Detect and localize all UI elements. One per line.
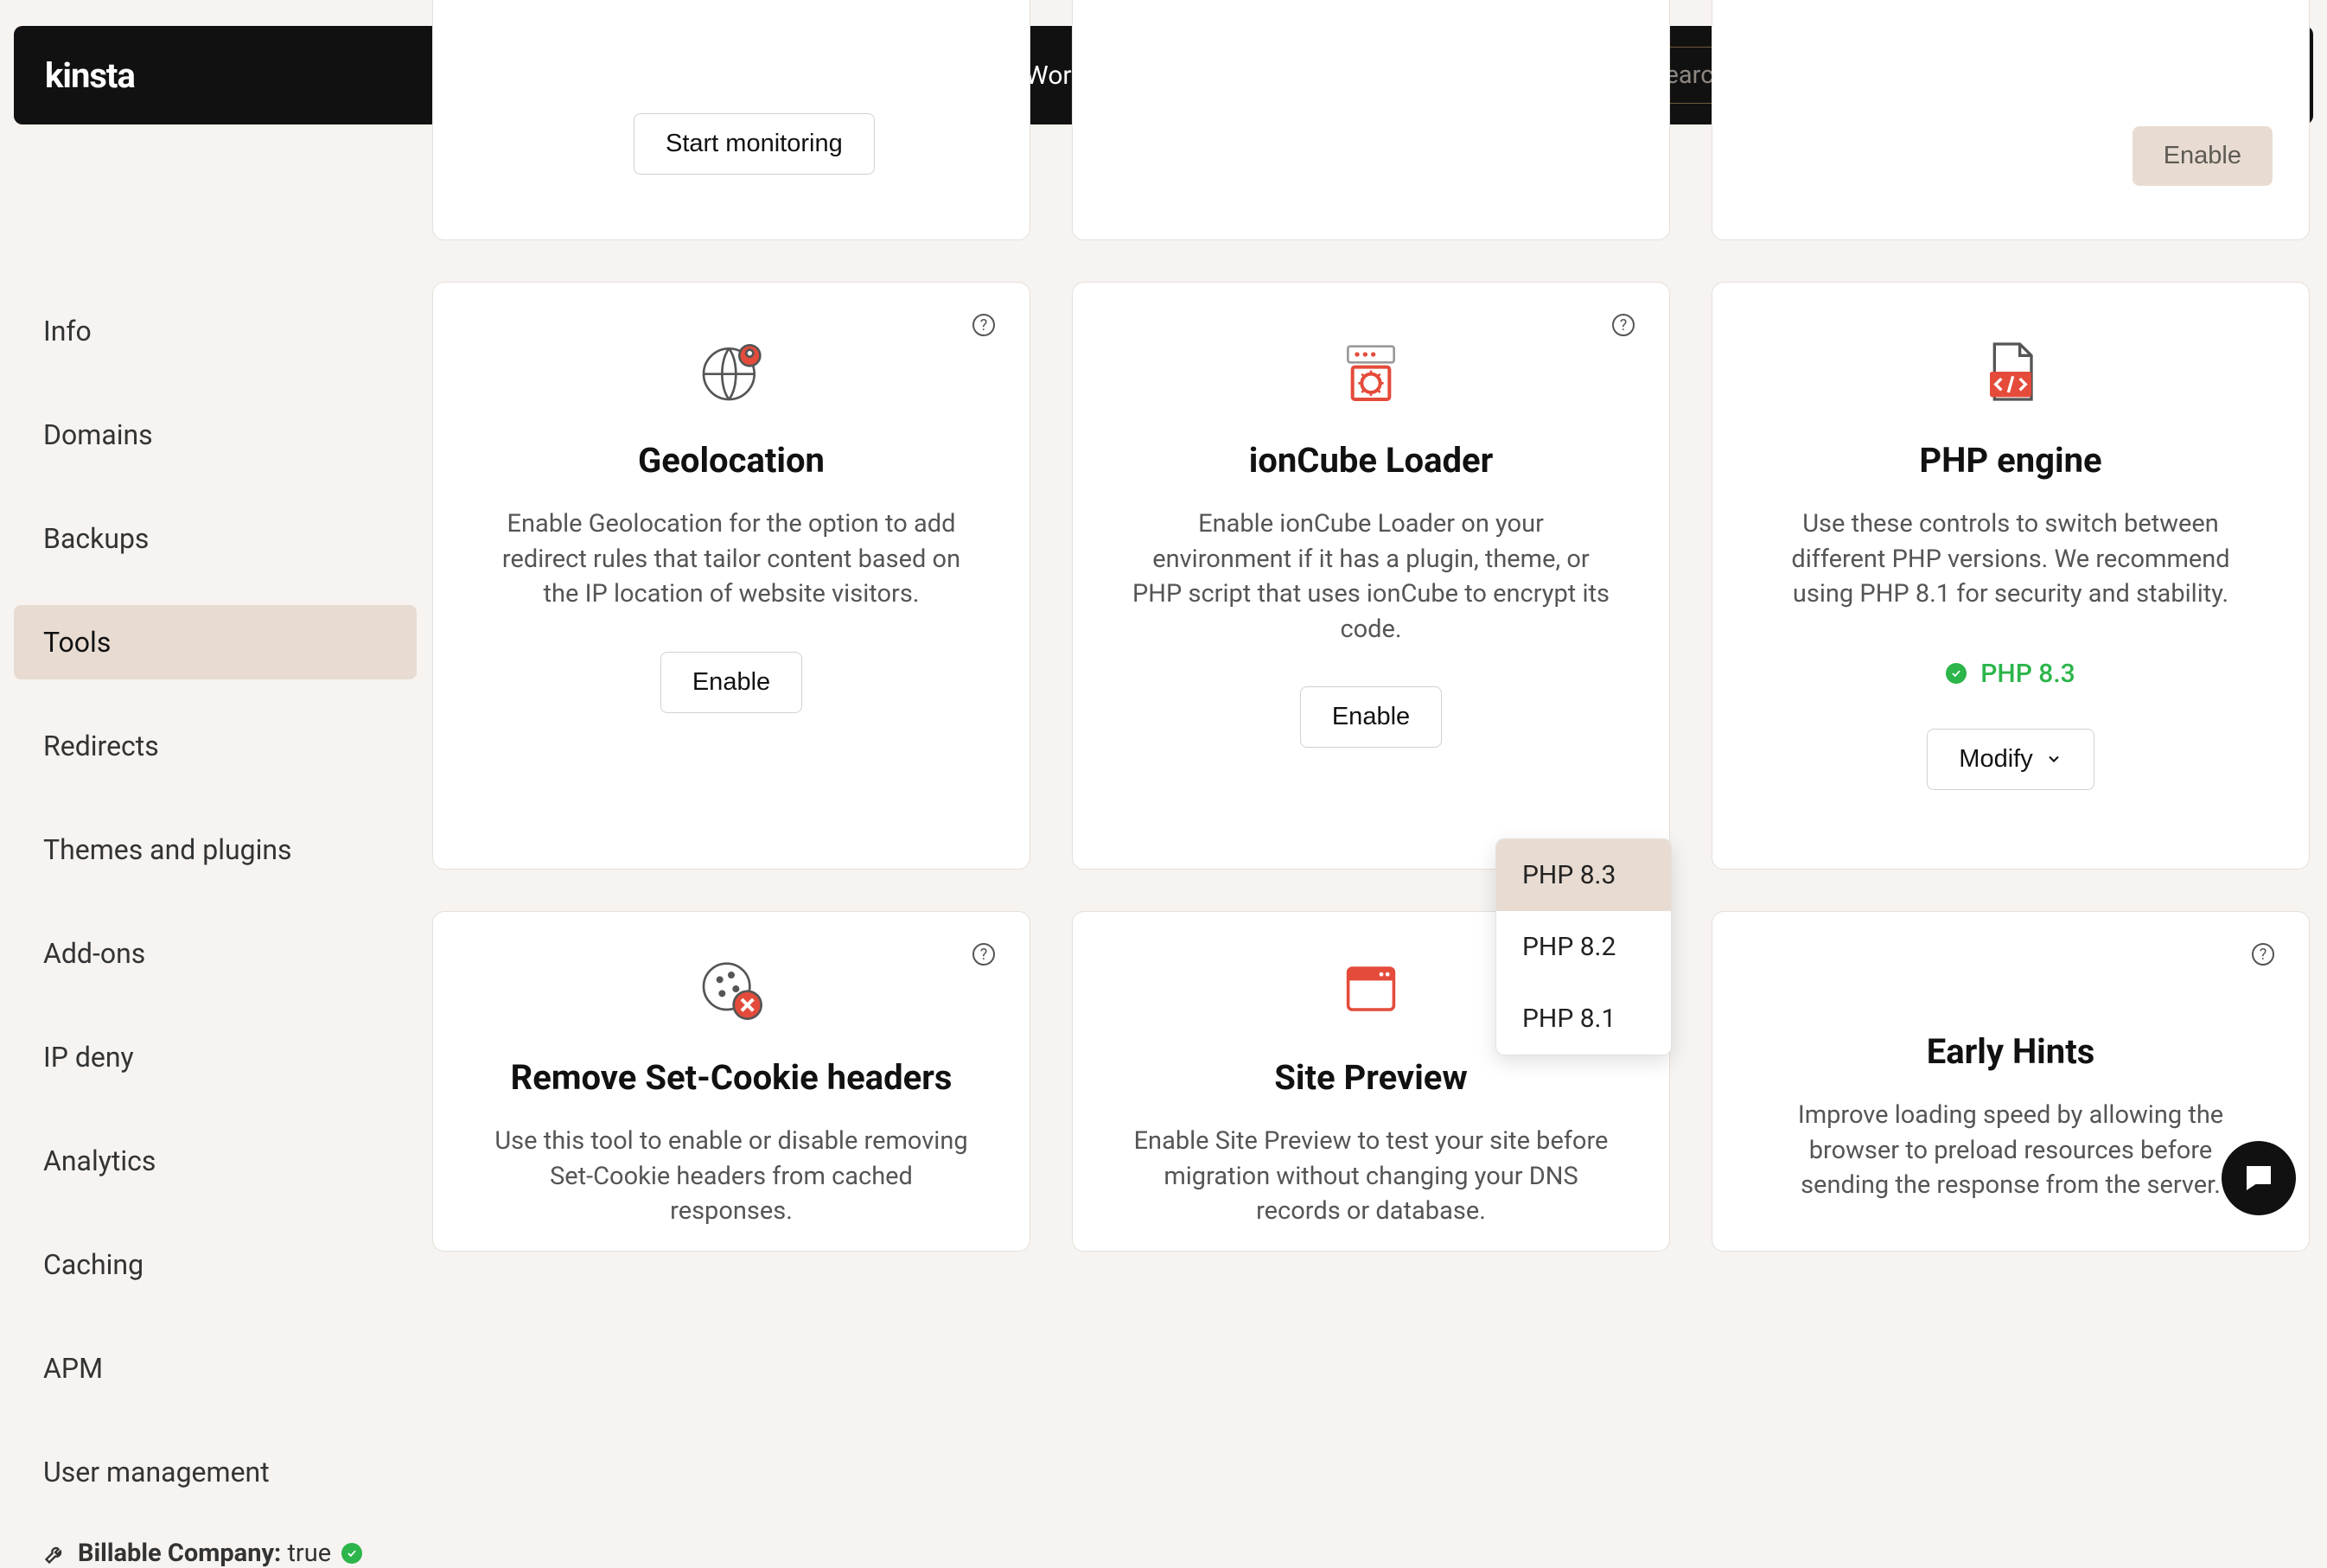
help-icon[interactable]: ? — [2252, 943, 2274, 966]
card-description: Use this tool to enable or disable remov… — [489, 1124, 973, 1229]
sidebar-item-apm[interactable]: APM — [14, 1331, 417, 1405]
card-early-hints: ? Early Hints Improve loading speed by a… — [1712, 911, 2310, 1252]
card-description: Use these controls to switch between dif… — [1769, 507, 2253, 612]
kinsta-logo[interactable]: kinsta — [45, 55, 135, 96]
early-hints-icon — [1972, 950, 2050, 1002]
sidebar-item-redirects[interactable]: Redirects — [14, 709, 417, 783]
php-version-label: PHP 8.3 — [1980, 659, 2075, 689]
billable-company-row: Billable Company: true — [14, 1539, 417, 1568]
card-description: Improve loading speed by allowing the br… — [1769, 1098, 2253, 1203]
help-icon[interactable]: ? — [972, 943, 995, 966]
card-partial-2 — [1072, 0, 1670, 240]
check-icon — [1946, 663, 1967, 684]
billable-value: true — [287, 1539, 331, 1568]
card-description: Enable Site Preview to test your site be… — [1129, 1124, 1613, 1229]
sidebar-item-ip-deny[interactable]: IP deny — [14, 1020, 417, 1094]
chevron-down-icon — [2045, 750, 2062, 768]
billable-label: Billable Company: — [78, 1539, 281, 1568]
chat-support-button[interactable] — [2222, 1141, 2296, 1215]
dropdown-option-php-8-2[interactable]: PHP 8.2 — [1496, 911, 1671, 983]
modify-button-label: Modify — [1959, 745, 2032, 774]
sidebar-item-domains[interactable]: Domains — [14, 398, 417, 472]
card-description: Enable ionCube Loader on your environmen… — [1129, 507, 1613, 647]
card-php-engine: PHP engine Use these controls to switch … — [1712, 282, 2310, 870]
card-ioncube: ? ionCube Loader Enable ionCube Loader o… — [1072, 282, 1670, 870]
enable-geolocation-button[interactable]: Enable — [660, 652, 802, 713]
chat-icon — [2241, 1160, 2277, 1196]
card-title: Remove Set-Cookie headers — [471, 1057, 991, 1098]
card-start-monitoring-partial: Start monitoring — [432, 0, 1030, 240]
sidebar-item-info[interactable]: Info — [14, 294, 417, 368]
php-version-status: PHP 8.3 — [1750, 659, 2271, 689]
site-preview-icon — [1332, 950, 1410, 1028]
cookie-remove-icon — [692, 950, 770, 1028]
dropdown-option-php-8-3[interactable]: PHP 8.3 — [1496, 839, 1671, 911]
start-monitoring-button[interactable]: Start monitoring — [634, 113, 875, 175]
enable-button-disabled: Enable — [2133, 126, 2273, 186]
card-description: Enable Geolocation for the option to add… — [489, 507, 973, 612]
card-title: ionCube Loader — [1111, 440, 1631, 481]
sidebar-item-themes-plugins[interactable]: Themes and plugins — [14, 813, 417, 887]
ioncube-icon — [1332, 333, 1410, 411]
content-grid: Start monitoring Enable ? Geolocation En… — [432, 0, 2310, 1252]
card-remove-set-cookie: ? Remove Set-Cookie headers Use this too… — [432, 911, 1030, 1252]
sidebar-item-backups[interactable]: Backups — [14, 501, 417, 576]
card-title: Geolocation — [471, 440, 991, 481]
help-icon[interactable]: ? — [972, 314, 995, 336]
php-file-icon — [1972, 333, 2050, 411]
check-badge-icon — [341, 1543, 362, 1564]
sidebar-item-caching[interactable]: Caching — [14, 1227, 417, 1302]
dropdown-option-php-8-1[interactable]: PHP 8.1 — [1496, 983, 1671, 1055]
wrench-icon — [43, 1541, 67, 1565]
card-geolocation: ? Geolocation Enable Geolocation for the… — [432, 282, 1030, 870]
sidebar-item-tools[interactable]: Tools — [14, 605, 417, 679]
modify-php-button[interactable]: Modify — [1927, 729, 2094, 790]
sidebar: Info Domains Backups Tools Redirects The… — [14, 294, 417, 1568]
card-partial-3: Enable — [1712, 0, 2310, 240]
card-title: Early Hints — [1750, 1031, 2271, 1072]
sidebar-item-addons[interactable]: Add-ons — [14, 916, 417, 991]
enable-ioncube-button[interactable]: Enable — [1300, 686, 1442, 748]
sidebar-item-user-management[interactable]: User management — [14, 1435, 417, 1509]
help-icon[interactable]: ? — [1612, 314, 1635, 336]
globe-icon — [692, 333, 770, 411]
sidebar-item-analytics[interactable]: Analytics — [14, 1124, 417, 1198]
card-title: PHP engine — [1750, 440, 2271, 481]
php-version-dropdown: PHP 8.3 PHP 8.2 PHP 8.1 — [1495, 838, 1672, 1055]
card-title: Site Preview — [1111, 1057, 1631, 1098]
